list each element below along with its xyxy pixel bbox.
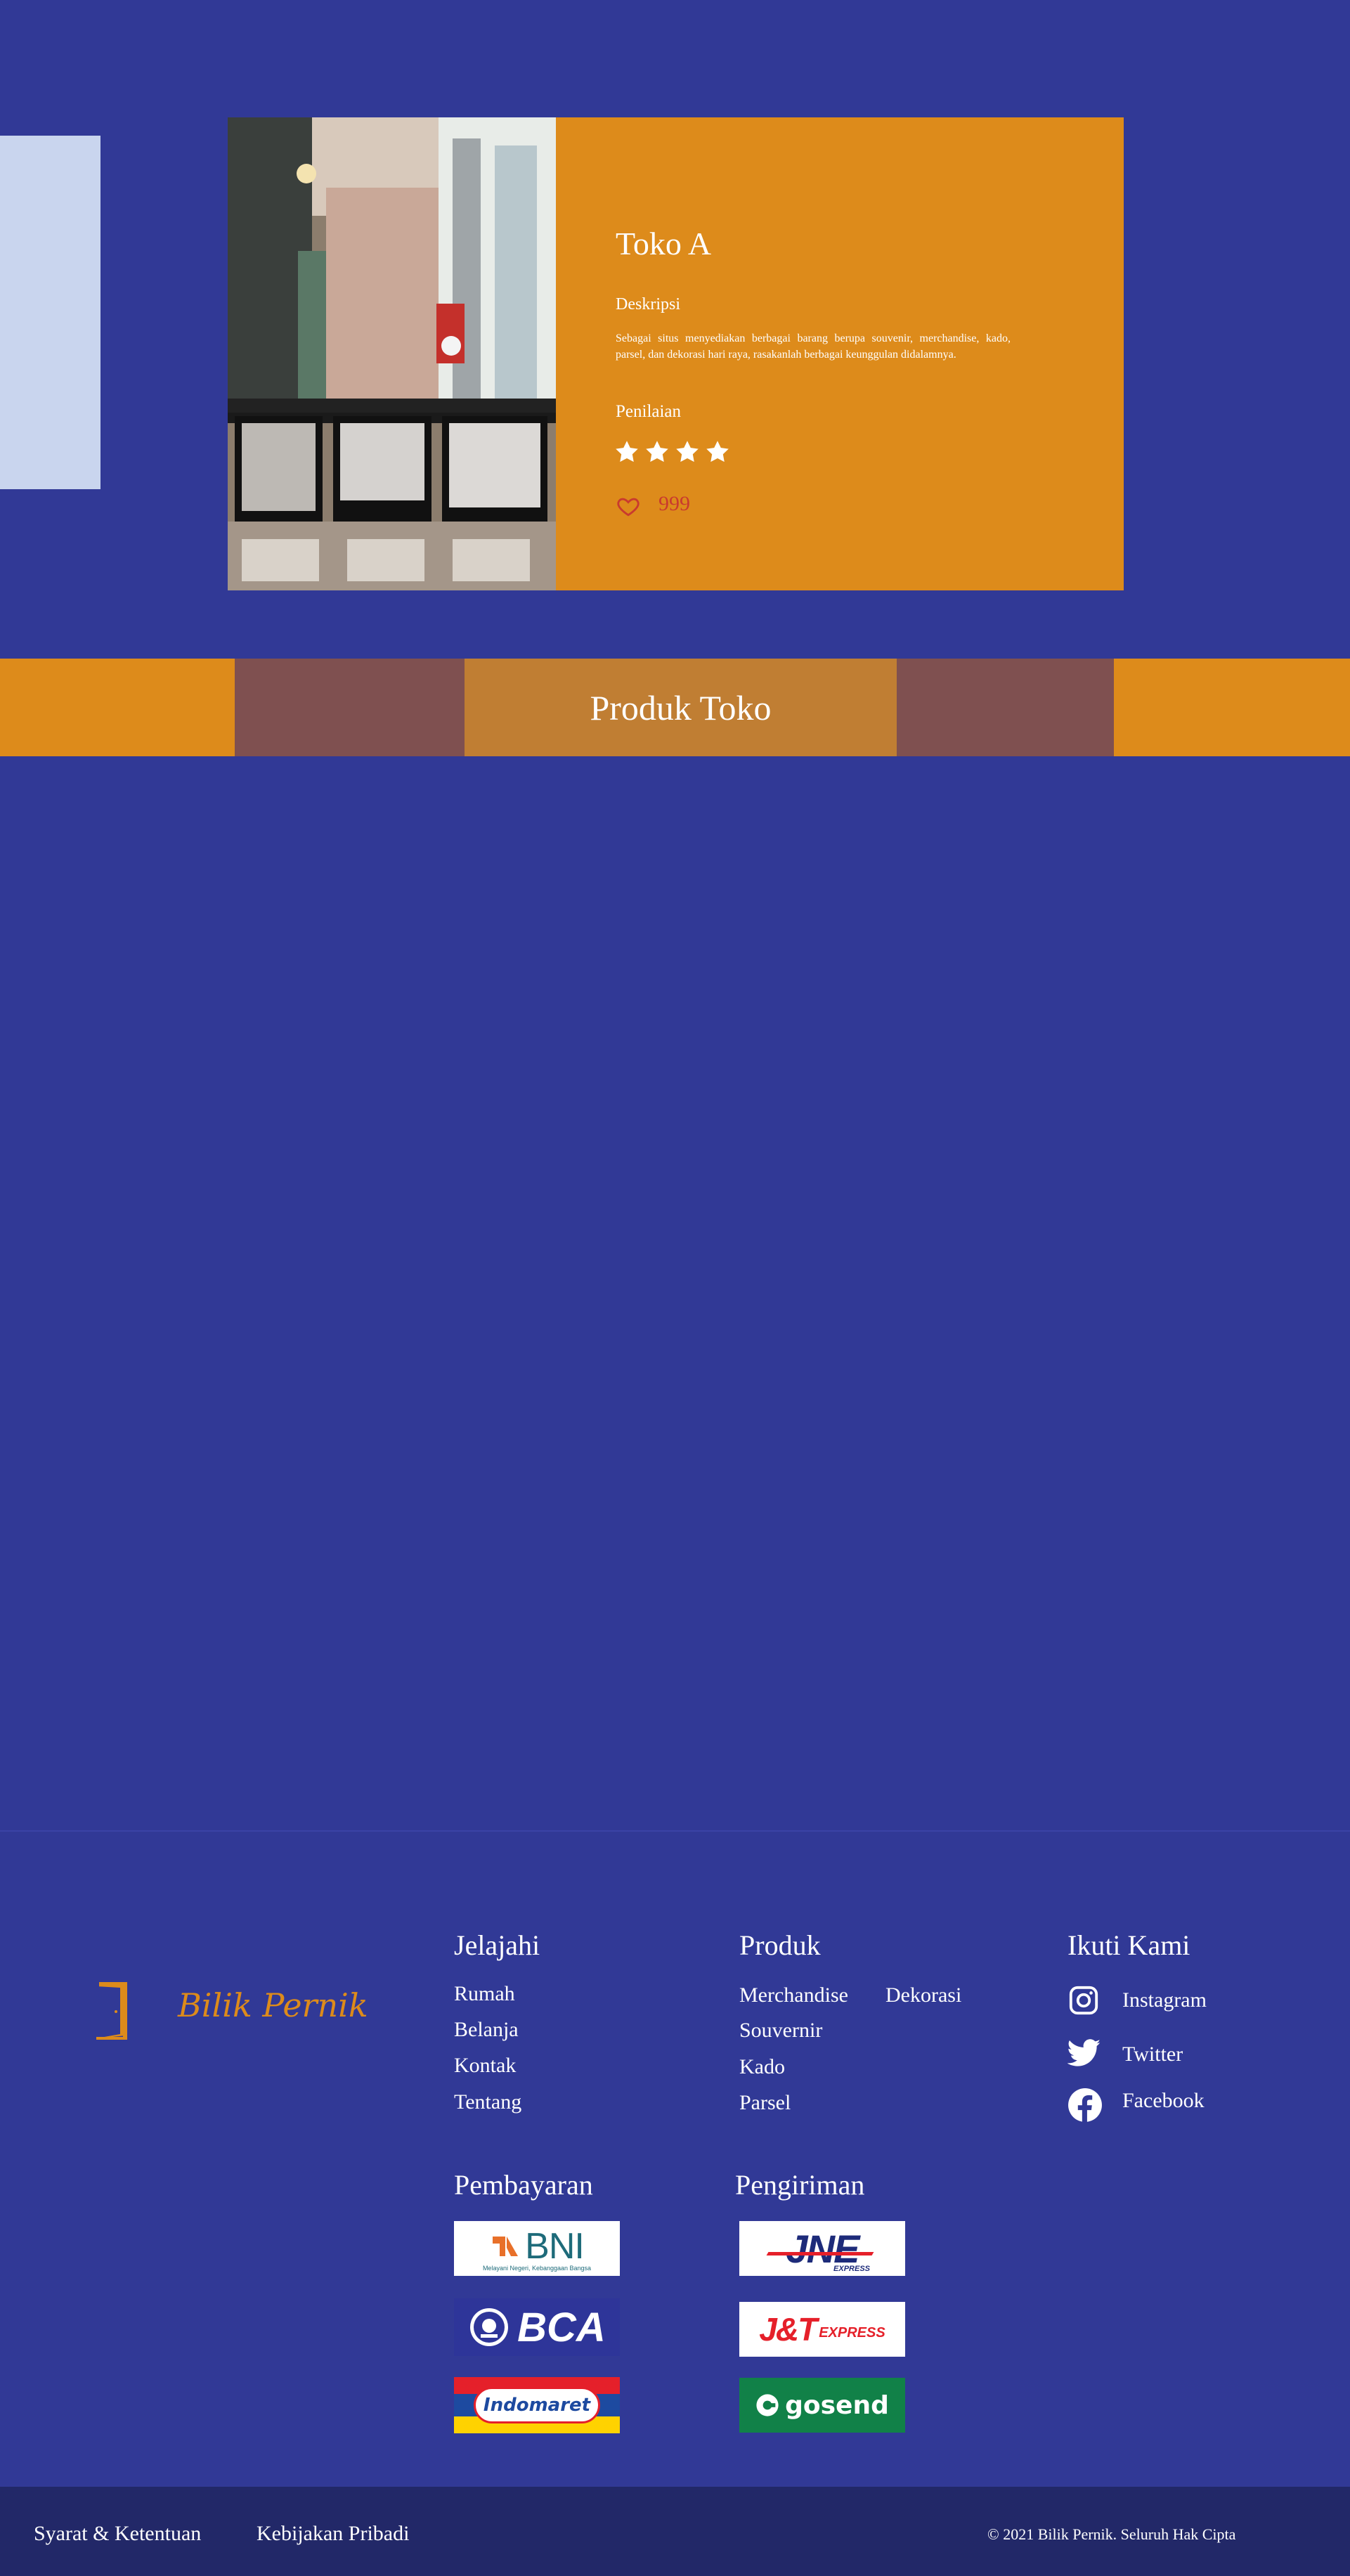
rating-label: Penilaian — [616, 402, 682, 421]
logo-text[interactable]: Bilik Pernik — [178, 1986, 368, 2024]
like-count: 999 — [658, 492, 690, 515]
link-decoration[interactable]: Dekorasi — [885, 1983, 961, 2007]
indomaret-wordmark: Indomaret — [483, 2395, 591, 2416]
bni-wordmark: BNI — [525, 2226, 585, 2267]
follow-title: Ikuti Kami — [1067, 1929, 1190, 1961]
jne-logo: JNE EXPRESS — [739, 2221, 905, 2276]
description-label: Deskripsi — [616, 295, 680, 313]
gosend-wordmark: gosend — [785, 2390, 889, 2420]
star-icon — [676, 441, 699, 462]
link-souvenir[interactable]: Souvernir — [739, 2019, 822, 2043]
jnt-logo: J&T EXPRESS — [739, 2302, 905, 2357]
rating-stars — [614, 439, 730, 465]
payment-title: Pembayaran — [454, 2169, 593, 2201]
heart-icon[interactable] — [616, 494, 641, 518]
copyright-text: © 2021 Bilik Pernik. Seluruh Hak Cipta — [987, 2525, 1236, 2543]
link-merchandise[interactable]: Merchandise — [739, 1983, 848, 2007]
store-name: Toko A — [616, 226, 712, 261]
store-photo — [228, 117, 556, 590]
jnt-subtext: EXPRESS — [819, 2324, 885, 2341]
link-shop[interactable]: Belanja — [454, 2018, 519, 2042]
shipping-title: Pengiriman — [735, 2169, 865, 2201]
jnt-wordmark: J&T — [759, 2311, 817, 2348]
link-instagram[interactable]: Instagram — [1122, 1988, 1207, 2012]
link-facebook[interactable]: Facebook — [1122, 2089, 1205, 2113]
indomaret-logo: Indomaret — [454, 2377, 620, 2433]
banner-right-inner-block — [897, 659, 1114, 756]
description-text: Sebagai situs menyediakan berbagai baran… — [616, 332, 1011, 361]
products-title: Produk Toko — [590, 687, 772, 727]
facebook-icon[interactable] — [1067, 2088, 1103, 2123]
star-icon — [646, 441, 668, 462]
bca-symbol-icon — [470, 2308, 509, 2346]
jne-subtext: EXPRESS — [833, 2265, 870, 2273]
products-column-title: Produk — [739, 1929, 821, 1961]
side-panel — [0, 136, 100, 489]
banner-right-block — [1114, 659, 1350, 756]
bni-logo: BNI Melayani Negeri, Kebanggaan Bangsa — [454, 2221, 620, 2276]
bni-symbol-icon — [493, 2237, 519, 2256]
bni-tagline: Melayani Negeri, Kebanggaan Bangsa — [482, 2265, 592, 2272]
star-icon — [616, 441, 638, 462]
terms-link[interactable]: Syarat & Ketentuan — [34, 2522, 201, 2546]
explore-title: Jelajahi — [454, 1929, 540, 1961]
bca-logo: BCA — [454, 2298, 620, 2356]
banner-left-inner-block — [235, 659, 465, 756]
gosend-logo: gosend — [739, 2378, 905, 2433]
link-contact[interactable]: Kontak — [454, 2054, 516, 2078]
bca-wordmark: BCA — [517, 2304, 606, 2350]
star-icon — [706, 441, 729, 462]
link-home[interactable]: Rumah — [454, 1982, 515, 2006]
link-about[interactable]: Tentang — [454, 2090, 521, 2114]
door-logo-icon[interactable] — [95, 1981, 130, 2040]
link-twitter[interactable]: Twitter — [1122, 2043, 1183, 2066]
link-gift[interactable]: Kado — [739, 2055, 785, 2079]
gosend-symbol-icon — [756, 2394, 779, 2416]
banner-left-block — [0, 659, 235, 756]
link-parcel[interactable]: Parsel — [739, 2091, 791, 2115]
footer-divider — [0, 1830, 1350, 1832]
instagram-icon[interactable] — [1067, 1984, 1100, 2017]
privacy-link[interactable]: Kebijakan Pribadi — [257, 2522, 409, 2546]
twitter-icon[interactable] — [1067, 2038, 1101, 2068]
